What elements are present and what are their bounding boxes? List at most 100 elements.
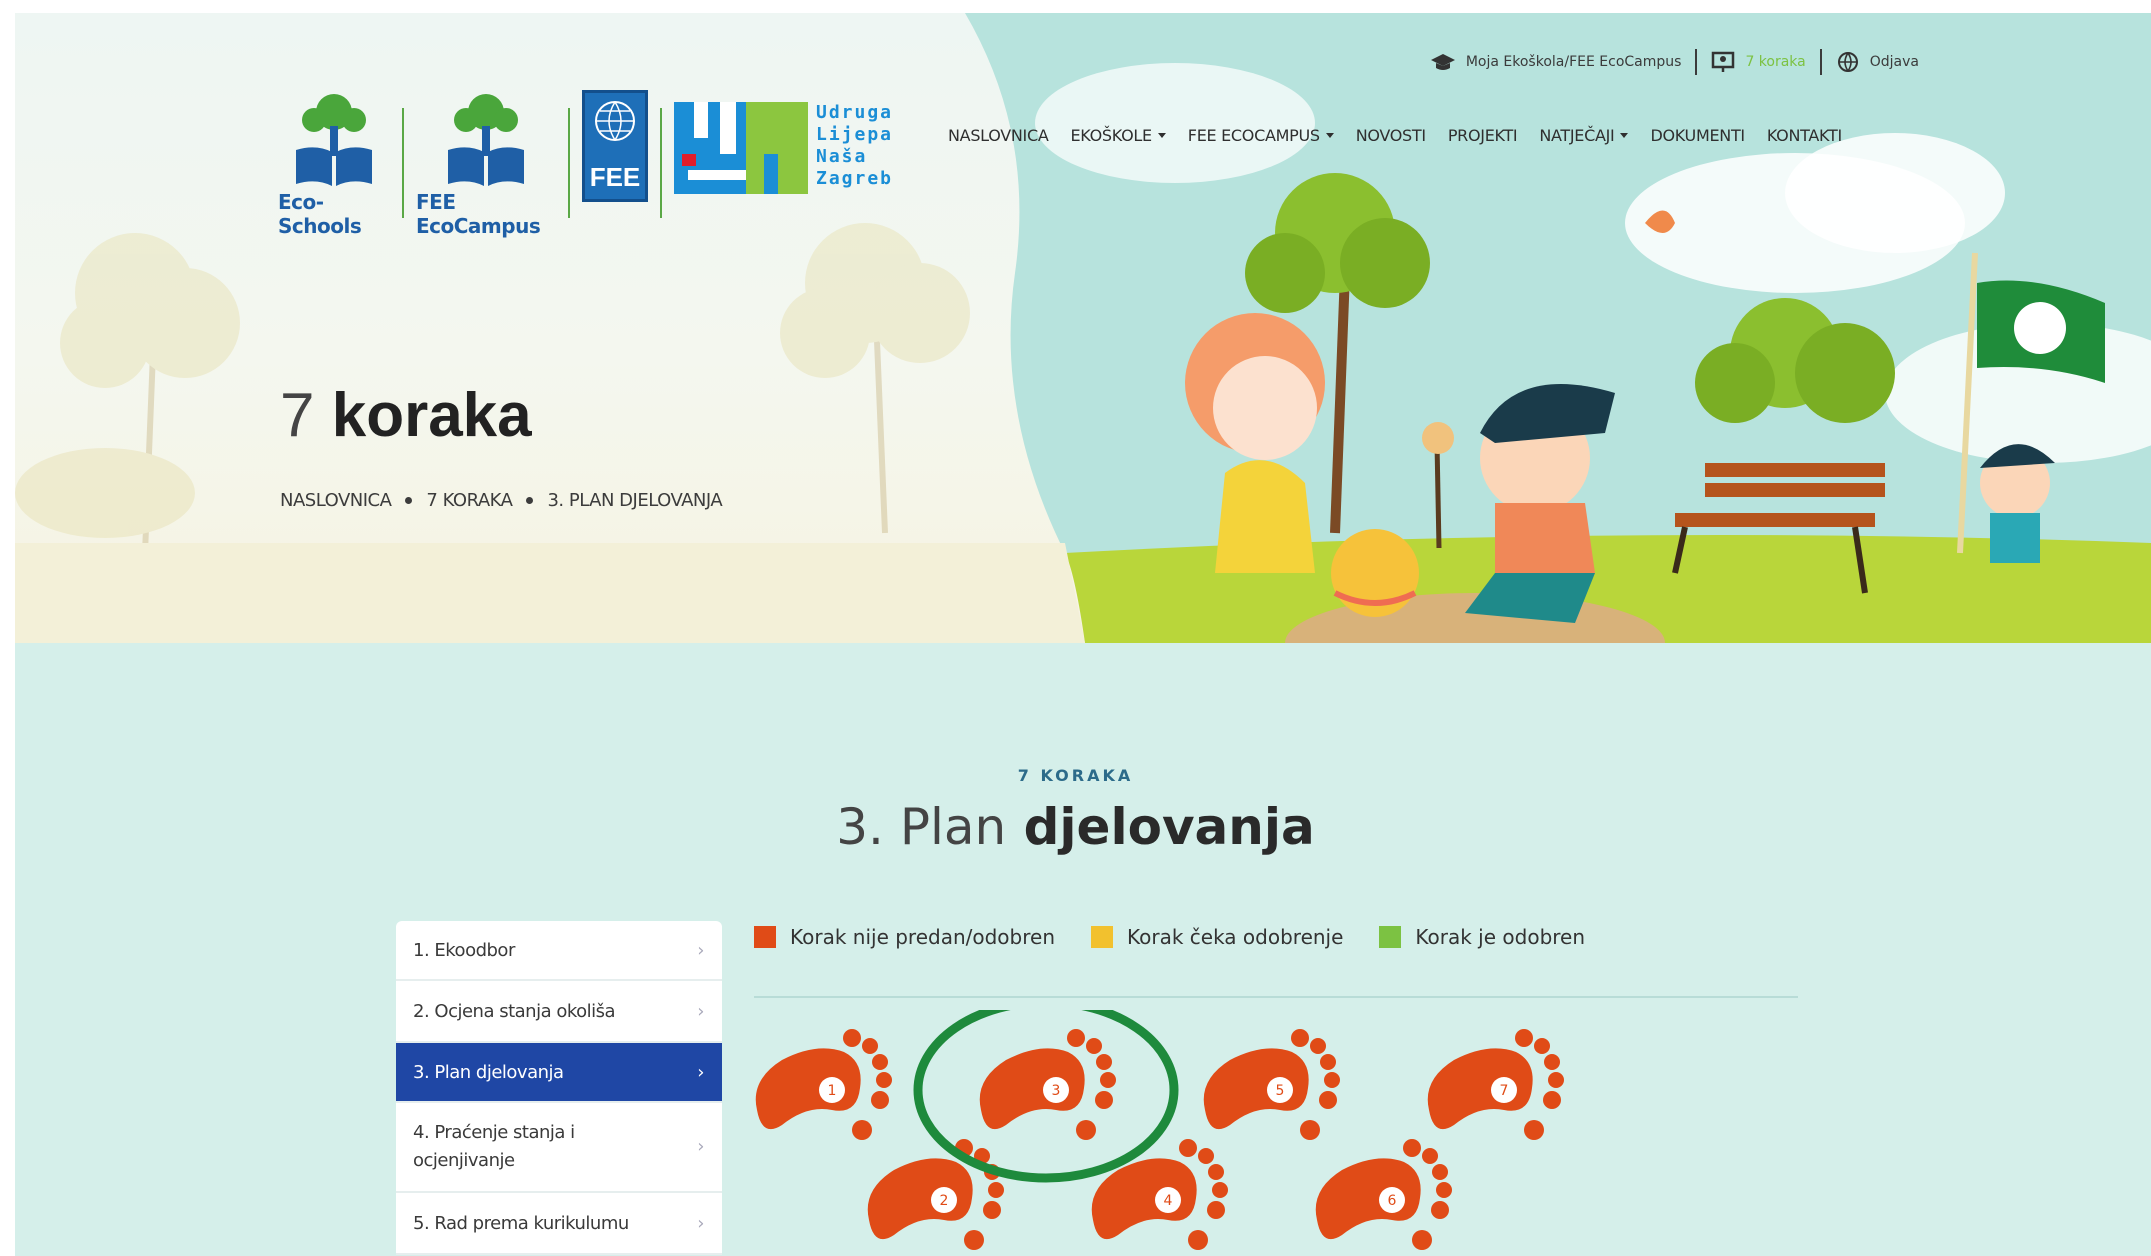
footprint-toe [1543,1091,1561,1109]
footsteps-track: 1 2 3 4 5 6 7 [755,1010,1564,1250]
footstep-5[interactable]: 5 [1203,1029,1340,1140]
graduation-cap-icon [1430,54,1455,70]
fee-logo[interactable]: FEE [582,90,648,202]
seven-steps-link[interactable]: 7 koraka [1711,51,1806,73]
fee-ecocampus-tree-icon [448,94,524,186]
uln-wordmark: Udruga Lijepa Naša Zagreb [816,102,893,194]
fee-ecocampus-wordmark: FEE EcoCampus [416,190,541,238]
fee-ecocampus-logo[interactable]: FEE EcoCampus [416,90,556,238]
presentation-board-icon [1712,51,1735,72]
footprint-toe [988,1182,1004,1198]
nav-home[interactable]: NASLOVNICA [948,126,1049,145]
breadcrumb-current: 3. PLAN DJELOVANJA [547,490,723,511]
footprint-toe [1179,1139,1197,1157]
footprint-toe [1403,1139,1421,1157]
chevron-right-icon: › [697,1000,704,1022]
divider [1819,49,1822,75]
footprint-toe [1095,1091,1113,1109]
logout-link[interactable]: Odjava [1836,50,1919,74]
footstep-number: 3 [1052,1083,1061,1099]
main-nav: NASLOVNICA EKOŠKOLE FEE ECOCAMPUS NOVOST… [948,126,1842,145]
legend-label: Korak je odobren [1415,925,1586,949]
logo-divider [402,108,404,218]
nav-fee-ecocampus[interactable]: FEE ECOCAMPUS [1188,126,1334,145]
caret-down-icon [1157,133,1166,138]
footprint-toe [1432,1164,1448,1180]
footprint-toe [1086,1038,1102,1054]
fee-wordmark: FEE [589,162,641,192]
breadcrumb-seven-steps[interactable]: 7 KORAKA [426,490,513,511]
footstep-1[interactable]: 1 [755,1029,892,1140]
legend-divider [754,996,1798,998]
footprint-toe [852,1120,872,1140]
step-link-2[interactable]: 2. Ocjena stanja okoliša › [396,981,722,1043]
chevron-right-icon: › [697,1061,704,1083]
caret-down-icon [1325,133,1334,138]
hero-banner: Moja Ekoškola/FEE EcoCampus 7 koraka Odj… [15,13,2151,643]
caret-down-icon [1620,133,1629,138]
chevron-right-icon: › [697,939,704,961]
footprint-toe [1208,1164,1224,1180]
footprint-toe [1067,1029,1085,1047]
chevron-right-icon: › [697,1212,704,1234]
nav-novosti[interactable]: NOVOSTI [1356,126,1426,145]
page-title: 7 koraka [280,380,532,451]
my-ecoschool-label: Moja Ekoškola/FEE EcoCampus [1465,54,1682,70]
breadcrumb-separator [526,497,534,504]
step-link-1[interactable]: 1. Ekoodbor › [396,921,722,981]
footprint-toe [1548,1072,1564,1088]
footprint-toe [1076,1120,1096,1140]
step-link-5[interactable]: 5. Rad prema kurikulumu › [396,1193,722,1255]
footstep-3[interactable]: 3 [913,1010,1179,1183]
nav-ekoskole[interactable]: EKOŠKOLE [1070,126,1166,145]
footprint-toe [1324,1072,1340,1088]
footprint-toe [1412,1230,1432,1250]
footprint-toe [1320,1054,1336,1070]
footstep-2[interactable]: 2 [867,1139,1004,1250]
logo-divider [660,108,662,218]
legend-swatch-green [1379,926,1402,948]
footstep-number: 7 [1500,1083,1509,1099]
breadcrumb-home[interactable]: NASLOVNICA [280,490,392,511]
footstep-6[interactable]: 6 [1315,1139,1452,1250]
section-title: 3. Plan djelovanja [0,798,2151,856]
footprint-toe [1515,1029,1533,1047]
footstep-4[interactable]: 4 [1091,1139,1228,1250]
nav-dokumenti[interactable]: DOKUMENTI [1650,126,1745,145]
logo-divider [568,108,570,218]
footprint-toe [1319,1091,1337,1109]
footprint-toe [1198,1148,1214,1164]
chevron-right-icon: › [697,1136,704,1157]
step-link-4[interactable]: 4. Praćenje stanja i ocjenjivanje › [396,1103,722,1193]
step-link-label: 1. Ekoodbor [413,939,515,961]
nav-natjecaji[interactable]: NATJEČAJI [1539,126,1629,145]
my-ecoschool-link[interactable]: Moja Ekoškola/FEE EcoCampus [1430,52,1682,72]
legend-swatch-red [754,926,776,948]
step-link-3[interactable]: 3. Plan djelovanja › [396,1043,722,1103]
footprint-toe [1422,1148,1438,1164]
footprint-toe [1188,1230,1208,1250]
legend-swatch-yellow [1091,926,1113,948]
uln-logo[interactable]: Udruga Lijepa Naša Zagreb [674,102,893,194]
nav-projekti[interactable]: PROJEKTI [1448,126,1518,145]
step-link-label: 3. Plan djelovanja [413,1061,564,1083]
footprint-toe [871,1091,889,1109]
footprint-toe [1310,1038,1326,1054]
globe-icon [595,101,635,141]
footprint-toe [1524,1120,1544,1140]
uln-line: Zagreb [816,168,894,189]
section-title-number: 3. Plan [836,798,1007,856]
divider [1695,49,1698,75]
legend-item-approved: Korak je odobren [1379,925,1585,949]
utility-bar: Moja Ekoškola/FEE EcoCampus 7 koraka Odj… [1430,49,1919,75]
footstep-7[interactable]: 7 [1427,1029,1564,1140]
legend-item-pending: Korak čeka odobrenje [1091,925,1343,949]
eco-schools-logo[interactable]: Eco-Schools [278,90,390,238]
footstep-number: 6 [1388,1193,1397,1209]
nav-kontakti[interactable]: KONTAKTI [1767,126,1842,145]
footprint-toe [983,1201,1001,1219]
uln-line: Naša [816,146,868,167]
footprint-toe [862,1038,878,1054]
footprint-toe [872,1054,888,1070]
partner-logos: Eco-Schools FEE EcoCampus FEE Udruga Lij… [278,90,893,238]
